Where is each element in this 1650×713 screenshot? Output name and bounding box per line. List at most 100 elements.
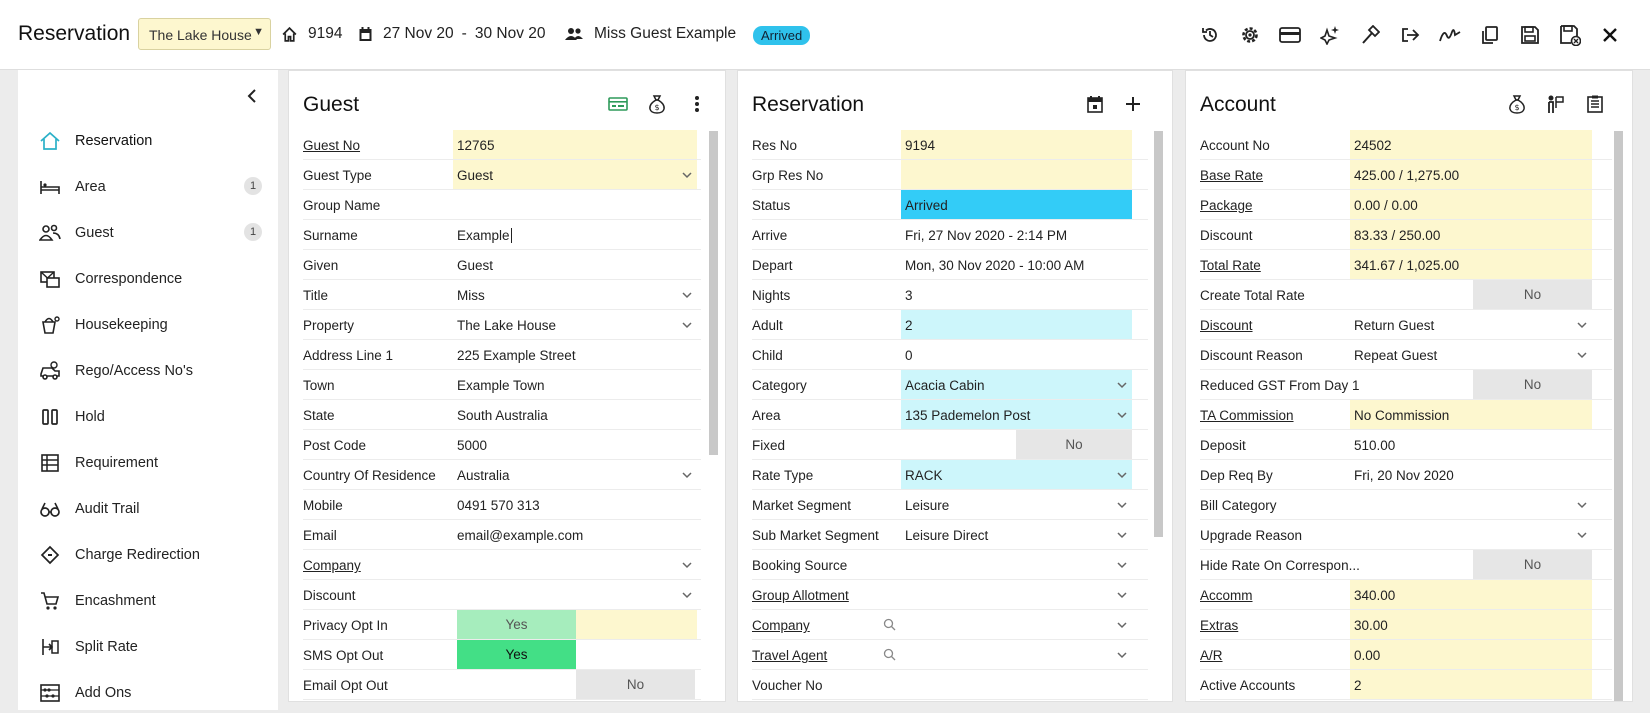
field-value[interactable]: 0.00 (1350, 640, 1592, 669)
field-value[interactable]: 225 Example Street (453, 340, 697, 369)
toggle-switch[interactable]: No (576, 670, 695, 699)
copy-icon[interactable] (1478, 23, 1502, 47)
field-value[interactable]: 135 Pademelon Post (901, 400, 1132, 429)
field-value[interactable]: 5000 (453, 430, 697, 459)
field-value[interactable] (453, 580, 697, 609)
field-label[interactable]: Group Allotment (752, 588, 849, 603)
chevron-down-icon[interactable] (681, 469, 693, 481)
sidebar-item-area[interactable]: Area 1 (18, 167, 278, 207)
chevron-down-icon[interactable] (1116, 589, 1128, 601)
field-label[interactable]: TA Commission (1200, 408, 1294, 423)
sidebar-item-requirement[interactable]: Requirement (18, 443, 278, 483)
field-value[interactable]: 425.00 / 1,275.00 (1350, 160, 1592, 189)
field-value[interactable] (901, 610, 1132, 639)
field-value[interactable]: Acacia Cabin (901, 370, 1132, 399)
chevron-down-icon[interactable] (1576, 529, 1588, 541)
field-value[interactable] (901, 580, 1132, 609)
field-value[interactable]: Australia (453, 460, 697, 489)
field-value[interactable]: 0 (901, 340, 1132, 369)
field-value[interactable]: Leisure Direct (901, 520, 1132, 549)
save-icon[interactable] (1518, 23, 1542, 47)
status-field[interactable]: Arrived (901, 190, 1132, 219)
sidebar-item-correspondence[interactable]: Correspondence (18, 259, 278, 299)
search-icon[interactable] (883, 618, 896, 631)
field-label[interactable]: Package (1200, 198, 1253, 213)
field-value[interactable]: 340.00 (1350, 580, 1592, 609)
chevron-down-icon[interactable] (1116, 379, 1128, 391)
sidebar-item-charge-redirection[interactable]: Charge Redirection (18, 535, 278, 575)
sidebar-item-audit-trail[interactable]: Audit Trail (18, 489, 278, 529)
money-bag-icon[interactable]: $ (646, 93, 668, 115)
field-value[interactable]: No Commission (1350, 400, 1592, 429)
chevron-down-icon[interactable] (681, 589, 693, 601)
field-value[interactable]: Leisure (901, 490, 1132, 519)
field-label[interactable]: Accomm (1200, 588, 1253, 603)
money-bag-icon[interactable]: $ (1506, 93, 1528, 115)
chevron-down-icon[interactable] (681, 169, 693, 181)
toggle-switch[interactable]: No (1473, 280, 1592, 309)
field-value[interactable]: 341.67 / 1,025.00 (1350, 250, 1592, 279)
field-value[interactable] (901, 670, 1132, 699)
field-label[interactable]: Company (752, 618, 810, 633)
plus-icon[interactable] (1122, 93, 1144, 115)
field-label[interactable]: Extras (1200, 618, 1238, 633)
chevron-down-icon[interactable] (1116, 559, 1128, 571)
field-value[interactable]: 83.33 / 250.00 (1350, 220, 1592, 249)
toggle-switch[interactable]: No (1473, 370, 1592, 399)
field-value[interactable]: South Australia (453, 400, 697, 429)
id-card-icon[interactable] (607, 93, 629, 115)
field-value[interactable]: 510.00 (1350, 430, 1592, 459)
field-value[interactable]: Guest (453, 250, 697, 279)
chevron-down-icon[interactable] (1116, 649, 1128, 661)
chevron-left-icon[interactable] (242, 86, 262, 106)
hammer-icon[interactable] (1358, 23, 1382, 47)
invoice-icon[interactable] (1584, 93, 1606, 115)
field-value[interactable]: 0.00 / 0.00 (1350, 190, 1592, 219)
sidebar-item-encashment[interactable]: Encashment (18, 581, 278, 621)
field-value[interactable] (901, 550, 1132, 579)
chevron-down-icon[interactable] (1116, 409, 1128, 421)
field-value[interactable] (453, 550, 697, 579)
field-value[interactable]: 2 (1350, 670, 1592, 699)
field-value[interactable]: 2 (901, 310, 1132, 339)
field-value[interactable]: 30.00 (1350, 610, 1592, 639)
toggle-switch[interactable]: No (1016, 430, 1132, 459)
field-value[interactable]: Fri, 27 Nov 2020 - 2:14 PM (901, 220, 1132, 249)
sign-out-icon[interactable] (1398, 23, 1422, 47)
sidebar-item-hold[interactable]: Hold (18, 397, 278, 437)
field-value[interactable]: Repeat Guest (1350, 340, 1592, 369)
field-value[interactable] (453, 190, 697, 219)
property-select[interactable]: The Lake House ▼ (138, 18, 271, 50)
field-value[interactable] (1350, 490, 1592, 519)
field-value[interactable] (901, 160, 1132, 189)
field-label[interactable]: Guest No (303, 138, 360, 153)
credit-card-icon[interactable] (1278, 23, 1302, 47)
sidebar-item-housekeeping[interactable]: Housekeeping (18, 305, 278, 345)
field-label[interactable]: Travel Agent (752, 648, 827, 663)
sidebar-item-add-ons[interactable]: Add Ons (18, 673, 278, 713)
field-value[interactable]: 3 (901, 280, 1132, 309)
history-icon[interactable] (1198, 23, 1222, 47)
chevron-down-icon[interactable] (1576, 319, 1588, 331)
sidebar-item-reservation[interactable]: Reservation (18, 121, 278, 161)
reservation-scrollbar[interactable] (1154, 131, 1163, 537)
field-value[interactable]: Return Guest (1350, 310, 1592, 339)
sidebar-item-guest[interactable]: Guest 1 (18, 213, 278, 253)
field-value[interactable] (1350, 520, 1592, 549)
field-value[interactable]: Example (453, 220, 697, 249)
sidebar-item-rego-access-no-s[interactable]: Rego/Access No's (18, 351, 278, 391)
save-close-icon[interactable] (1558, 23, 1582, 47)
sparkle-icon[interactable] (1318, 23, 1342, 47)
account-scrollbar[interactable] (1614, 131, 1623, 701)
field-value[interactable]: Miss (453, 280, 697, 309)
gear-icon[interactable] (1238, 23, 1262, 47)
guest-scrollbar[interactable] (709, 131, 718, 455)
field-label[interactable]: Base Rate (1200, 168, 1263, 183)
toggle-switch[interactable]: No (1473, 550, 1592, 579)
field-label[interactable]: Discount (1200, 318, 1253, 333)
chevron-down-icon[interactable] (1116, 469, 1128, 481)
field-value[interactable] (901, 640, 1132, 669)
field-value[interactable]: email@example.com (453, 520, 697, 549)
field-value[interactable]: Example Town (453, 370, 697, 399)
chevron-down-icon[interactable] (1116, 529, 1128, 541)
